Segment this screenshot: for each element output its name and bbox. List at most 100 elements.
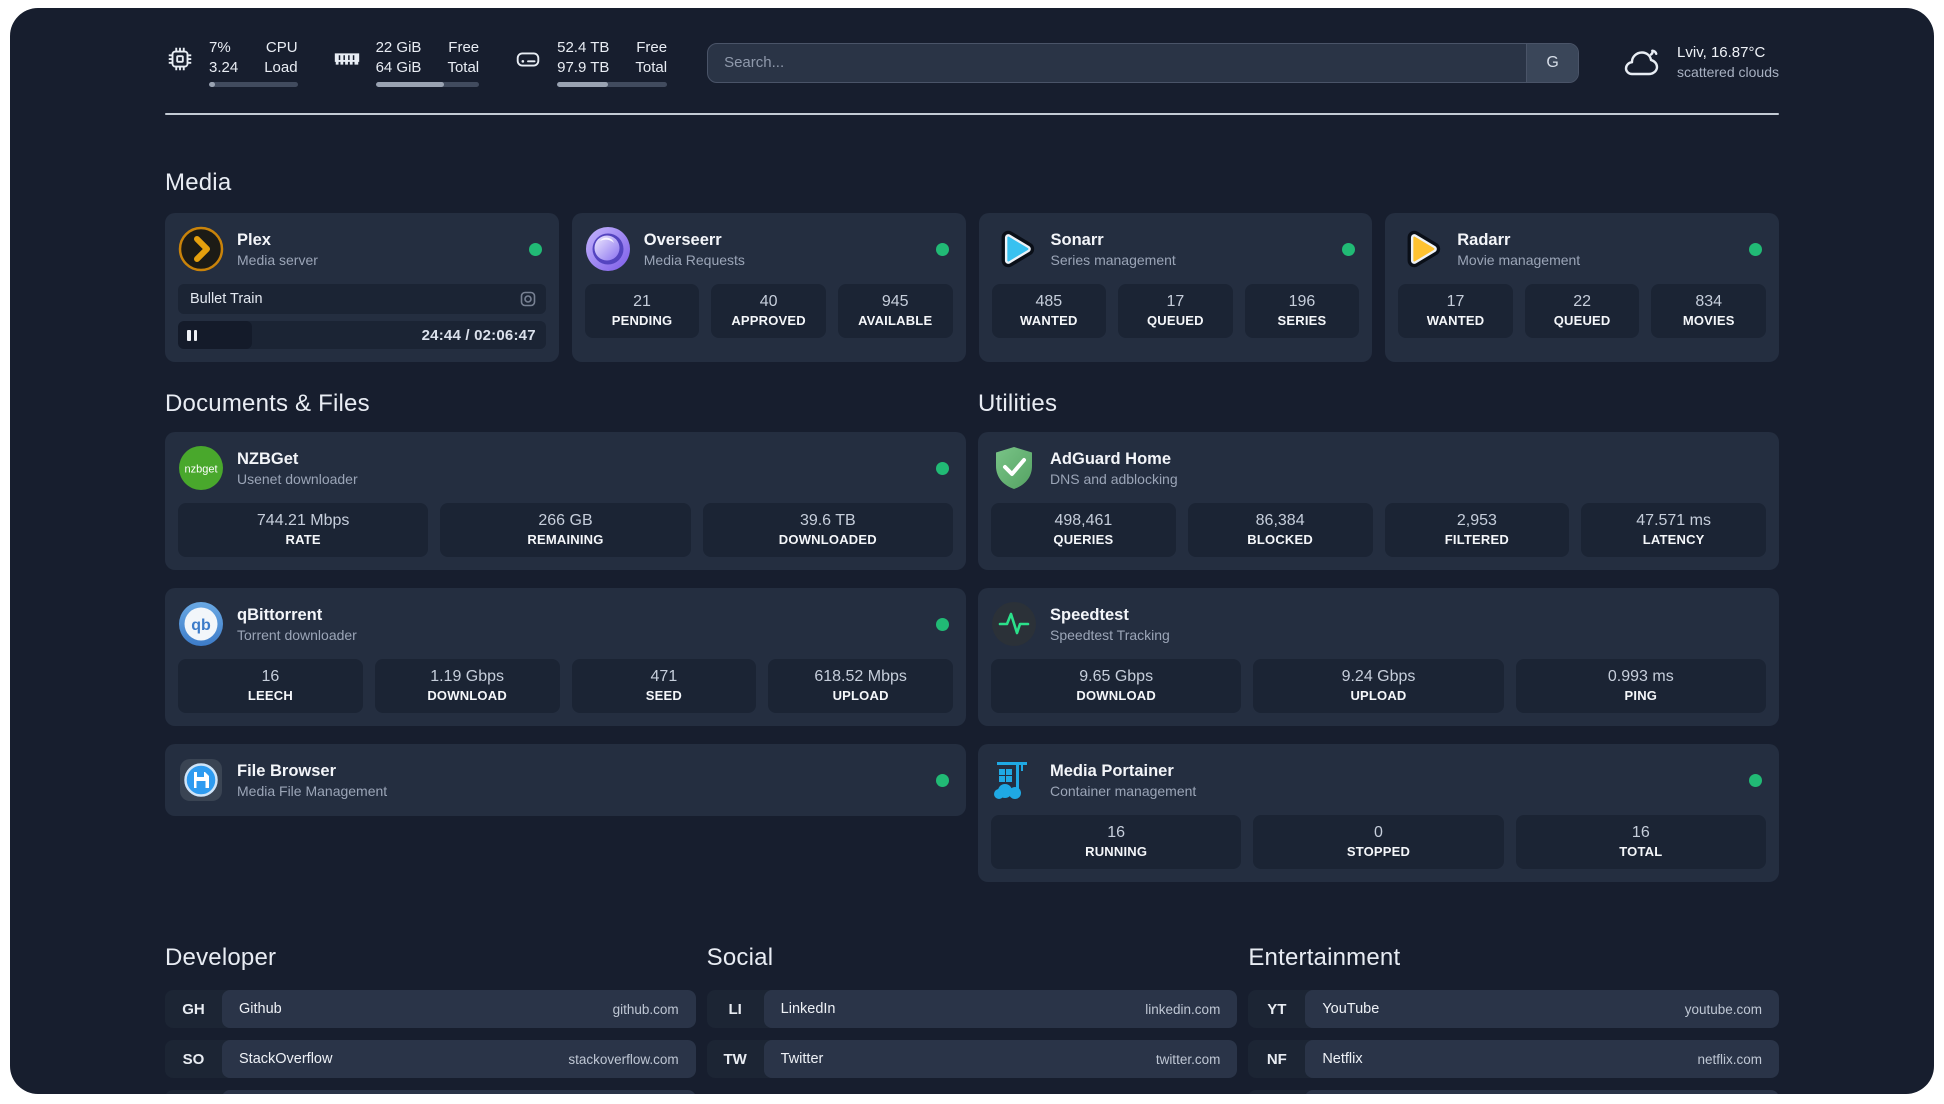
- app-name: Radarr: [1457, 230, 1511, 249]
- stat-tile: 196 SERIES: [1244, 284, 1360, 338]
- app-subtitle: Speedtest Tracking: [1050, 626, 1170, 643]
- bookmark-abbr: YT: [1267, 1000, 1287, 1018]
- bookmark-github[interactable]: GH Github github.com: [165, 990, 696, 1028]
- disk-free-value: 52.4 TB: [557, 39, 610, 56]
- search-engine-button[interactable]: G: [1526, 43, 1579, 82]
- app-card-sonarr[interactable]: Sonarr Series management 485 WANTED 17 QUE…: [978, 213, 1373, 362]
- ram-free-label: Free: [448, 39, 480, 56]
- bookmark-youtube[interactable]: YT YouTube youtube.com: [1248, 990, 1779, 1028]
- section-title-documents: Documents & Files: [165, 390, 370, 417]
- sonarr-icon: [1001, 230, 1034, 268]
- stat-tile: 0 STOPPED: [1253, 815, 1504, 869]
- bookmark-url: linkedin.com: [1145, 1001, 1221, 1017]
- app-card-portainer[interactable]: Media Portainer Container management 16 R…: [978, 744, 1779, 882]
- bookmark-netflix[interactable]: NF Netflix netflix.com: [1248, 1040, 1779, 1078]
- stat-tile: 86,384 BLOCKED: [1187, 503, 1373, 557]
- stat-tile: 40 APPROVED: [711, 284, 826, 338]
- bookmark-abbr: SO: [182, 1050, 205, 1068]
- disk-progress-bar: [557, 82, 668, 87]
- nzbget-icon: nzbget: [179, 446, 223, 490]
- playback-time: 24:44 / 02:06:47: [421, 326, 536, 344]
- app-card-adguard[interactable]: AdGuard Home DNS and adblocking 498,461 Q…: [978, 432, 1779, 570]
- bookmark-name: Github: [239, 1001, 282, 1017]
- status-dot: [935, 242, 949, 256]
- section-title-entertainment: Entertainment: [1248, 944, 1401, 971]
- stat-tile: 618.52 Mbps UPLOAD: [768, 659, 953, 713]
- bookmark-url: youtube.com: [1684, 1001, 1762, 1017]
- app-name: Plex: [237, 230, 271, 249]
- ram-widget: 22 GiB 64 GiB Free Total: [332, 38, 480, 87]
- session-camera-icon[interactable]: [520, 291, 536, 307]
- section-title-utilities: Utilities: [978, 390, 1058, 417]
- app-subtitle: Torrent downloader: [237, 626, 357, 643]
- bookmark-dev[interactable]: DT DEV dev.to: [165, 1090, 696, 1094]
- status-dot: [1342, 242, 1356, 256]
- status-dot: [1749, 773, 1762, 787]
- stat-tile: 16 LEECH: [178, 659, 363, 713]
- portainer-icon: [994, 762, 1027, 799]
- app-card-qbittorrent[interactable]: qb qBittorrent Torrent downloader 16 LEEC…: [165, 588, 966, 726]
- stat-tile: 16 TOTAL: [1515, 815, 1766, 869]
- stat-tile: 266 GB REMAINING: [440, 503, 691, 557]
- cpu-usage-label: CPU: [265, 39, 298, 56]
- app-card-speedtest[interactable]: Speedtest Speedtest Tracking 9.65 Gbps DO…: [978, 588, 1779, 726]
- cpu-load-label: Load: [264, 59, 298, 76]
- adguard-icon: [996, 447, 1032, 489]
- section-title-media: Media: [165, 169, 232, 196]
- bookmark-abbr: RE: [1248, 1090, 1305, 1094]
- bookmark-name: LinkedIn: [780, 1001, 836, 1017]
- stat-tile: 22 QUEUED: [1524, 284, 1640, 338]
- status-dot: [936, 773, 949, 787]
- app-subtitle: Usenet downloader: [237, 470, 358, 487]
- bookmark-abbr: TW: [723, 1050, 747, 1068]
- app-subtitle: Media Requests: [643, 251, 745, 268]
- bookmark-url: netflix.com: [1697, 1051, 1762, 1067]
- app-card-overseerr[interactable]: Overseerr Media Requests 21 PENDING 40 APP…: [571, 213, 966, 362]
- section-title-social: Social: [706, 944, 774, 971]
- svg-text:qb: qb: [191, 617, 211, 634]
- bookmark-name: Netflix: [1322, 1051, 1363, 1067]
- now-playing-row: Bullet Train: [178, 284, 546, 314]
- search-bar[interactable]: G: [707, 42, 1580, 83]
- disk-widget: 52.4 TB 97.9 TB Free Total: [513, 38, 668, 87]
- bookmark-twitter[interactable]: TW Twitter twitter.com: [706, 1040, 1238, 1078]
- bookmark-linkedin[interactable]: LI LinkedIn linkedin.com: [706, 990, 1238, 1028]
- overseerr-icon: [585, 227, 630, 271]
- disk-total-label: Total: [635, 59, 668, 76]
- cpu-icon: [168, 47, 192, 71]
- app-name: Sonarr: [1050, 230, 1104, 249]
- app-subtitle: Movie management: [1457, 251, 1581, 268]
- stat-tile: 9.24 Gbps UPLOAD: [1253, 659, 1504, 713]
- stat-tile: 744.21 Mbps RATE: [178, 503, 429, 557]
- app-card-radarr[interactable]: Radarr Movie management 17 WANTED 22 QUEUE…: [1385, 213, 1779, 362]
- stat-tile: 471 SEED: [571, 659, 757, 713]
- bookmark-reddit[interactable]: RE Reddit reddit.com: [1248, 1090, 1779, 1094]
- ram-free-value: 22 GiB: [375, 39, 422, 56]
- disk-free-label: Free: [636, 39, 668, 56]
- section-title-developer: Developer: [165, 944, 277, 971]
- ram-icon: [334, 53, 359, 65]
- speedtest-icon: [992, 602, 1036, 646]
- stat-tile: 39.6 TB DOWNLOADED: [702, 503, 953, 557]
- stat-tile: 485 WANTED: [991, 284, 1107, 338]
- weather-location-temp: Lviv, 16.87°C: [1677, 44, 1766, 61]
- media-grid: Plex Media server Bullet Train 24:44 / 0…: [165, 213, 1779, 362]
- app-card-plex[interactable]: Plex Media server Bullet Train 24:44 / 0…: [165, 213, 559, 362]
- system-stats: 7% 3.24 CPU Load 22 GiB 64 GiB Free Tota…: [165, 38, 668, 87]
- bookmark-stackoverflow[interactable]: SO StackOverflow stackoverflow.com: [165, 1040, 696, 1078]
- app-subtitle: DNS and adblocking: [1050, 470, 1178, 487]
- bookmark-name: Twitter: [780, 1051, 824, 1067]
- stat-tile: 498,461 QUERIES: [991, 503, 1176, 557]
- search-input[interactable]: [708, 43, 1527, 82]
- app-name: Media Portainer: [1050, 761, 1174, 780]
- app-name: qBittorrent: [237, 605, 323, 624]
- bookmark-url: github.com: [612, 1001, 679, 1017]
- app-name: AdGuard Home: [1050, 449, 1172, 468]
- bookmark-url: twitter.com: [1155, 1051, 1221, 1067]
- app-card-filebrowser[interactable]: File Browser Media File Management: [165, 744, 966, 816]
- svg-text:nzbget: nzbget: [184, 464, 217, 476]
- bookmark-abbr: LI: [728, 1000, 742, 1018]
- stat-tile: 834 MOVIES: [1651, 284, 1766, 338]
- pause-icon[interactable]: [187, 329, 197, 341]
- app-card-nzbget[interactable]: nzbget NZBGet Usenet downloader 744.21 M…: [165, 432, 966, 570]
